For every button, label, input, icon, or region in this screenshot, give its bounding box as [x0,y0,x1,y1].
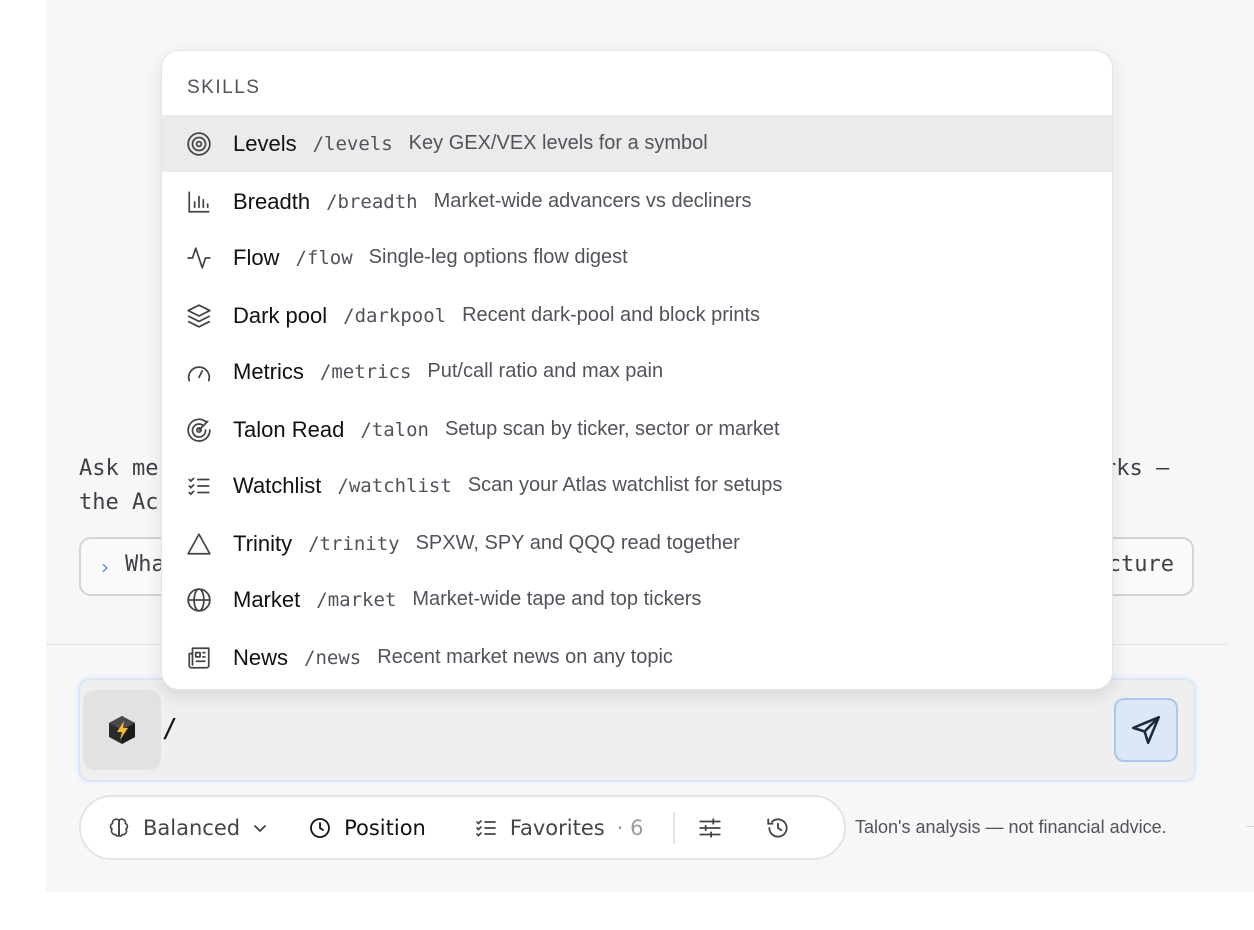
disclaimer-text: Talon's analysis — not financial advice. [855,817,1167,837]
send-icon [1131,715,1161,745]
skill-item-breadth[interactable]: Breadth/breadth Market-wide advancers vs … [162,173,1112,230]
skill-name: Metrics [233,358,304,384]
settings-button[interactable] [697,815,735,841]
skill-description: Recent dark-pool and block prints [462,304,761,326]
skill-command: /watchlist [337,474,452,497]
skill-item-flow[interactable]: Flow/flow Single-leg options flow digest [162,229,1112,286]
skill-command: /flow [295,246,353,269]
edge-divider [1246,826,1254,827]
skill-command: /market [316,588,397,611]
suggestion-text-right: cture [1107,552,1174,577]
checklist-icon [476,819,496,837]
skill-name: Trinity [233,530,293,556]
skill-item-metrics[interactable]: Metrics/metrics Put/call ratio and max pa… [162,343,1112,400]
bar-chart-icon [188,191,210,213]
skill-command: /levels [312,132,393,155]
skill-name: Flow [233,244,280,270]
favorites-button[interactable]: Favorites · 6 [474,815,644,840]
skills-heading: SKILLS [187,77,261,98]
skill-item-levels[interactable]: Levels/levels Key GEX/VEX levels for a sy… [162,115,1112,172]
composer-toolbar: Balanced Position Favorites · 6 [79,795,846,860]
checklist-icon [188,477,210,496]
mode-dropdown[interactable]: Balanced [107,816,270,840]
newspaper-icon [188,647,210,669]
skill-description: Scan your Atlas watchlist for setups [467,474,783,496]
skill-name: News [233,644,289,670]
skill-name: Levels [233,130,297,156]
skill-command: /trinity [308,532,400,555]
history-icon [767,817,788,838]
skill-description: SPXW, SPY and QQQ read together [415,532,740,554]
horizon-label: Position [344,815,426,840]
globe-icon [187,588,211,612]
skill-description: Put/call ratio and max pain [427,360,664,382]
skill-description: Key GEX/VEX levels for a symbol [408,132,708,154]
intro-line2-left: the Ac [79,490,159,515]
skill-name: Breadth [233,188,311,214]
skill-command: /metrics [319,360,412,383]
skill-item-news[interactable]: News/news Recent market news on any topic [162,629,1112,686]
composer[interactable]: / [78,678,1196,782]
layers-icon [187,304,211,328]
composer-input[interactable]: / [162,714,178,744]
brain-icon [109,817,129,837]
favorites-count: · 6 [616,815,644,840]
talon-logo-button[interactable] [83,690,161,770]
radar-icon [187,418,211,442]
mode-label: Balanced [143,815,241,840]
send-button[interactable] [1114,698,1178,762]
skill-description: Market-wide advancers vs decliners [433,190,752,212]
skill-name: Talon Read [233,416,345,442]
clock-icon [310,817,330,838]
horizon-button[interactable]: Position [308,816,426,840]
history-button[interactable] [765,815,803,841]
skill-command: /talon [360,418,429,441]
skill-command: /news [304,646,362,669]
chevron-down-icon [254,824,266,832]
cube-logo-icon [109,716,135,744]
intro-line1-left: Ask me [79,456,159,481]
skill-command: /darkpool [343,304,447,327]
skill-item-talon-read[interactable]: Talon Read/talon Setup scan by ticker, se… [162,401,1112,458]
favorites-label: Favorites [509,815,605,840]
skill-description: Single-leg options flow digest [368,246,628,268]
skills-menu: SKILLS Levels/levels Key GEX/VEX levels f… [161,50,1113,690]
skill-name: Market [233,586,301,612]
skill-command: /breadth [326,190,418,213]
skill-item-market[interactable]: Market/market Market-wide tape and top ti… [162,571,1112,628]
activity-icon [187,247,211,269]
suggestion-text-left: Wha [125,552,165,577]
triangle-icon [187,533,211,555]
skill-item-darkpool[interactable]: Dark pool/darkpool Recent dark-pool and b… [162,287,1112,344]
target-icon [187,132,211,156]
skill-description: Setup scan by ticker, sector or market [444,418,780,440]
toolbar-divider [673,811,676,844]
skill-item-trinity[interactable]: Trinity/trinity SPXW, SPY and QQQ read to… [162,515,1112,572]
sliders-icon [699,817,722,838]
skill-name: Watchlist [233,472,322,498]
skill-item-watchlist[interactable]: Watchlist/watchlist Scan your Atlas watch… [162,457,1112,514]
skill-name: Dark pool [233,302,328,328]
skill-description: Recent market news on any topic [377,646,673,668]
gauge-icon [187,366,211,382]
chevron-right-icon: › [101,555,109,579]
skill-description: Market-wide tape and top tickers [412,588,702,610]
